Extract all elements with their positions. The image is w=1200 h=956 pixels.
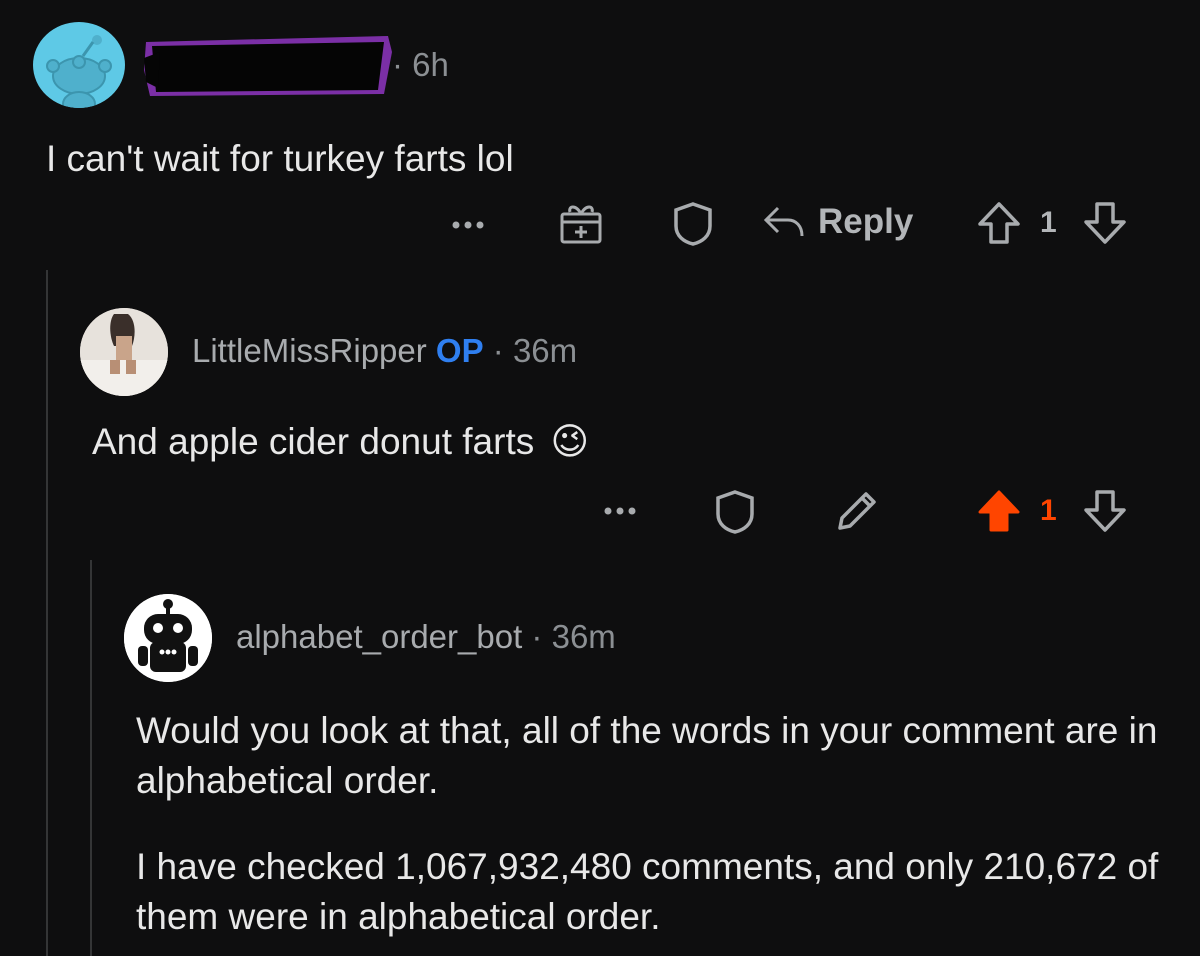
thread-line-level-1[interactable] <box>46 270 48 956</box>
separator-dot: · <box>392 46 403 83</box>
vote-count: 1 <box>1040 494 1057 527</box>
more-options-icon[interactable] <box>600 496 640 526</box>
separator-dot: · <box>492 332 504 369</box>
upvote-arrow-icon[interactable] <box>976 488 1022 534</box>
comment-time: 6h <box>412 46 449 83</box>
redacted-username <box>140 30 402 100</box>
comment-body: I can't wait for turkey farts lol <box>46 138 514 179</box>
username[interactable]: LittleMissRipper <box>192 332 427 369</box>
comment-meta: · 6h <box>392 46 449 84</box>
wink-emoji: 😉 <box>550 421 590 462</box>
reply-button[interactable]: Reply <box>762 202 913 242</box>
avatar[interactable] <box>33 22 125 108</box>
edit-pencil-icon[interactable] <box>832 486 882 536</box>
avatar[interactable] <box>124 594 212 682</box>
avatar[interactable] <box>80 308 168 396</box>
comment-header: LittleMissRipper OP · 36m <box>192 332 577 370</box>
thread-line-level-2[interactable] <box>90 560 92 956</box>
downvote-arrow-icon[interactable] <box>1082 200 1128 246</box>
op-badge: OP <box>435 332 484 369</box>
separator-dot: · <box>531 618 543 655</box>
comment-header: alphabet_order_bot · 36m <box>236 618 616 656</box>
comment-paragraph: I have checked 1,067,932,480 comments, a… <box>136 846 1159 937</box>
username[interactable]: alphabet_order_bot <box>236 618 522 655</box>
comment-time: 36m <box>512 332 578 369</box>
reply-arrow-icon <box>762 202 806 242</box>
shield-icon[interactable] <box>670 200 716 246</box>
comment-text: And apple cider donut farts <box>92 421 535 462</box>
more-options-icon[interactable] <box>448 210 488 240</box>
downvote-arrow-icon[interactable] <box>1082 488 1128 534</box>
vote-count: 1 <box>1040 206 1057 239</box>
comment-time: 36m <box>551 618 616 655</box>
gift-award-icon[interactable] <box>556 200 606 246</box>
upvote-arrow-icon[interactable] <box>976 200 1022 246</box>
reply-label: Reply <box>818 202 914 241</box>
comment-paragraph: Would you look at that, all of the words… <box>136 710 1158 801</box>
shield-icon[interactable] <box>712 488 758 534</box>
comment-body: And apple cider donut farts 😉 <box>92 420 589 463</box>
